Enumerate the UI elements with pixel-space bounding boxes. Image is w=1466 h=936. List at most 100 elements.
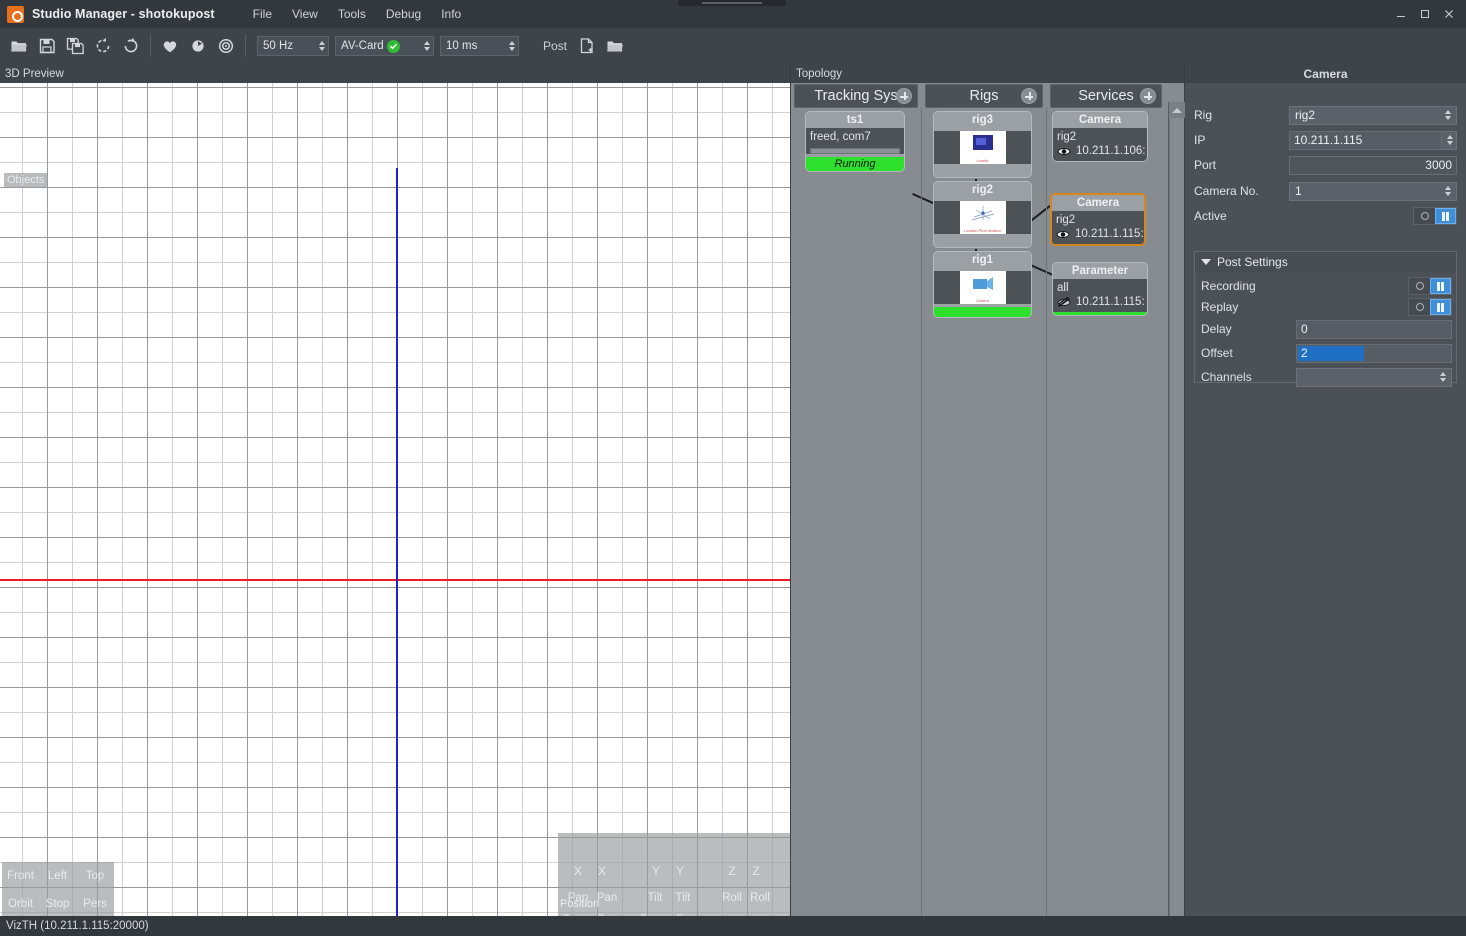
objects-label[interactable]: Objects: [4, 173, 48, 187]
menu-item-file[interactable]: File: [243, 4, 282, 24]
row-offset: Offset 2: [1201, 343, 1452, 363]
chevron-updown-icon[interactable]: [420, 41, 433, 51]
eye-off-icon[interactable]: [1057, 296, 1071, 308]
position-x2-button[interactable]: X: [590, 862, 614, 882]
ip-stepper[interactable]: [1442, 130, 1457, 150]
node-rig2-thumbnail: Location Pivot Iteration: [959, 201, 1006, 234]
reset-icon[interactable]: [89, 32, 117, 60]
column-tracking-sys: Tracking Sys ts1 freed, com7 Running: [791, 83, 922, 916]
view-top-button[interactable]: Top: [76, 862, 114, 890]
camera-no-value: 1: [1295, 184, 1302, 198]
chevron-updown-icon[interactable]: [315, 41, 328, 51]
node-camera-106-body: rig2 10.211.1.106:: [1053, 128, 1147, 161]
toggle-on-icon[interactable]: [1435, 208, 1456, 224]
add-service-icon[interactable]: [1140, 88, 1156, 104]
position-z1-button[interactable]: Z: [720, 862, 744, 882]
new-file-icon[interactable]: [573, 32, 601, 60]
eye-icon[interactable]: [1056, 229, 1070, 240]
eye-icon[interactable]: [1057, 146, 1071, 157]
position-z2-button[interactable]: Z: [744, 862, 768, 882]
menu-item-info[interactable]: Info: [431, 4, 471, 24]
menu-item-debug[interactable]: Debug: [376, 4, 431, 24]
row-recording: Recording: [1201, 276, 1452, 296]
add-rig-icon[interactable]: [1021, 88, 1037, 104]
status-bar-text: VizTH (10.211.1.115:20000): [6, 920, 149, 932]
save-icon[interactable]: [33, 32, 61, 60]
open-folder-icon[interactable]: [5, 32, 33, 60]
column-rigs: Rigs rig3 Lunette rig2 Location Pivot It…: [922, 83, 1047, 916]
scroll-up-icon[interactable]: [1169, 102, 1185, 118]
save-as-icon[interactable]: [61, 32, 89, 60]
node-ts1[interactable]: ts1 freed, com7 Running: [805, 111, 905, 172]
node-camera-115-selected[interactable]: Camera rig2 10.211.1.115:: [1050, 193, 1146, 246]
topology-scrollbar[interactable]: [1168, 102, 1185, 935]
offset-input[interactable]: 2: [1296, 343, 1452, 363]
camera-no-select[interactable]: 1: [1289, 181, 1457, 201]
topology-canvas[interactable]: Tracking Sys ts1 freed, com7 Running Rig…: [791, 83, 1185, 935]
reload-icon[interactable]: [117, 32, 145, 60]
position-tilt2-button[interactable]: Tilt: [670, 888, 696, 908]
clock-icon[interactable]: [184, 32, 212, 60]
position-x1-button[interactable]: X: [566, 862, 590, 882]
view-pers-button[interactable]: Pers: [76, 890, 114, 916]
position-tilt1-button[interactable]: Tilt: [642, 888, 668, 908]
node-rig2[interactable]: rig2 Location Pivot Iteration: [933, 181, 1032, 248]
chevron-updown-icon[interactable]: [1441, 186, 1454, 196]
position-roll2-button[interactable]: Roll: [746, 888, 774, 908]
node-rig1[interactable]: rig1 Camera: [933, 251, 1032, 318]
replay-toggle[interactable]: [1408, 298, 1452, 316]
caret-down-icon[interactable]: [1201, 259, 1211, 265]
close-icon[interactable]: [1438, 3, 1460, 25]
chevron-updown-icon[interactable]: [505, 41, 518, 51]
add-tracking-sys-icon[interactable]: [896, 88, 912, 104]
open-folder-icon[interactable]: [601, 32, 629, 60]
toolbar-divider-1: [150, 35, 151, 57]
frequency-select[interactable]: 50 Hz: [257, 36, 329, 56]
node-camera-106-title: Camera: [1053, 112, 1147, 128]
chevron-updown-icon[interactable]: [1443, 135, 1456, 145]
menu-item-view[interactable]: View: [282, 4, 328, 24]
node-ts1-body: freed, com7: [806, 128, 904, 154]
view-orbit-button[interactable]: Orbit: [2, 890, 39, 916]
toggle-off-icon[interactable]: [1414, 212, 1435, 220]
ip-value: 10.211.1.115: [1294, 133, 1363, 147]
node-rig2-title: rig2: [934, 182, 1031, 198]
post-settings-header[interactable]: Post Settings: [1195, 252, 1456, 272]
target-icon[interactable]: [212, 32, 240, 60]
node-camera-106-address-row: 10.211.1.106:: [1053, 144, 1147, 161]
ip-input[interactable]: 10.211.1.115: [1289, 130, 1442, 150]
preview-panel-title: 3D Preview: [0, 64, 790, 83]
heart-icon[interactable]: [156, 32, 184, 60]
menu-item-tools[interactable]: Tools: [328, 4, 376, 24]
position-roll1-button[interactable]: Roll: [718, 888, 746, 908]
app-icon: [7, 5, 24, 23]
port-input[interactable]: 3000: [1289, 155, 1457, 175]
card-select[interactable]: AV-Card: [335, 36, 434, 56]
post-label: Post: [543, 39, 568, 53]
view-front-button[interactable]: Front: [2, 862, 39, 890]
preview-viewport[interactable]: Objects Front Left Top Orbit Stop Pers P…: [0, 83, 790, 916]
latency-select[interactable]: 10 ms: [440, 36, 519, 56]
toggle-on-icon[interactable]: [1430, 278, 1451, 294]
column-header-services: Services: [1050, 84, 1162, 108]
node-camera-106[interactable]: Camera rig2 10.211.1.106:: [1052, 111, 1148, 162]
node-rig3[interactable]: rig3 Lunette: [933, 111, 1032, 178]
active-toggle[interactable]: [1413, 207, 1457, 225]
position-y2-button[interactable]: Y: [668, 862, 692, 882]
maximize-icon[interactable]: [1414, 3, 1436, 25]
node-parameter[interactable]: Parameter all 10.211.1.115:: [1052, 262, 1148, 316]
channels-select[interactable]: [1296, 367, 1452, 387]
minimize-icon[interactable]: [1390, 3, 1412, 25]
chevron-updown-icon[interactable]: [1436, 372, 1449, 382]
rig-select[interactable]: rig2: [1289, 105, 1457, 125]
chevron-updown-icon[interactable]: [1441, 110, 1454, 120]
delay-input[interactable]: 0: [1296, 319, 1452, 339]
position-y1-button[interactable]: Y: [644, 862, 668, 882]
toggle-off-icon[interactable]: [1409, 282, 1430, 290]
toggle-on-icon[interactable]: [1430, 299, 1451, 315]
scrollbar-thumb[interactable]: [1170, 118, 1184, 919]
toggle-off-icon[interactable]: [1409, 303, 1430, 311]
view-left-button[interactable]: Left: [39, 862, 76, 890]
recording-toggle[interactable]: [1408, 277, 1452, 295]
view-stop-button[interactable]: Stop: [39, 890, 76, 916]
